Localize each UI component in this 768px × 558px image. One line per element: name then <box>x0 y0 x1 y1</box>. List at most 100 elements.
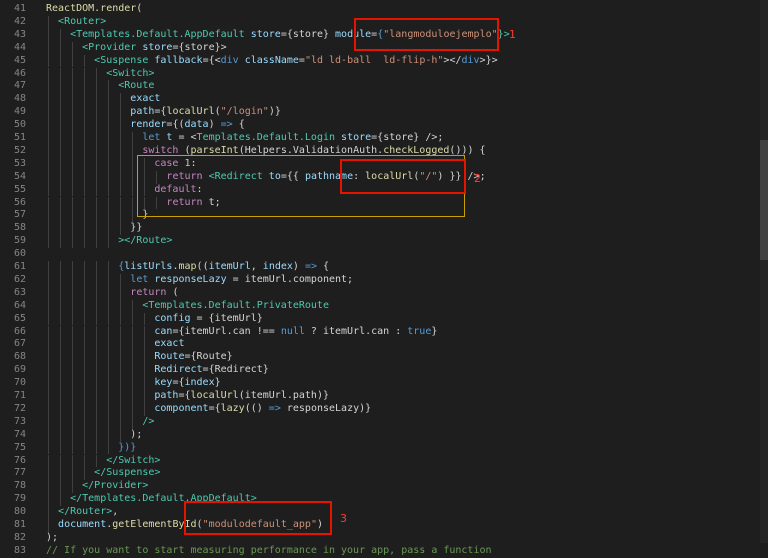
code-line[interactable]: 49 path={localUrl("/login")} <box>0 106 760 120</box>
code-token: ) <box>292 261 305 272</box>
annotation-label-1: 1 <box>509 28 516 41</box>
code-line[interactable]: 81 document.getElementById("modulodefaul… <box>0 519 760 532</box>
code-token: ={store}> <box>172 41 227 53</box>
code-token: config <box>154 312 191 324</box>
line-number: 80 <box>13 506 26 518</box>
code-text: </Provider> <box>46 480 148 493</box>
code-line[interactable]: 46 <Switch> <box>0 67 760 81</box>
code-text: <Provider store={store}> <box>46 42 227 55</box>
code-token: , <box>250 261 263 272</box>
code-token: let <box>130 273 155 285</box>
code-token: </Suspense> <box>94 467 161 479</box>
code-token: </Router> <box>58 506 113 518</box>
line-number: 72 <box>13 402 26 414</box>
code-line[interactable]: 80 </Router>, <box>0 506 760 519</box>
line-number: 77 <box>13 467 26 479</box>
code-token: )} <box>268 106 281 118</box>
annotation-box-1 <box>354 18 499 51</box>
line-number: 58 <box>13 222 26 234</box>
code-token: ></ <box>443 54 462 66</box>
code-line[interactable]: 48 exact <box>0 93 760 107</box>
vertical-scrollbar[interactable] <box>760 0 768 543</box>
line-number: 73 <box>13 415 26 427</box>
code-editor[interactable]: 41 ReactDOM.render(42 <Router> 43 <Templat… <box>0 0 768 556</box>
code-line[interactable]: 59 ></Route> <box>0 235 760 249</box>
line-number: 44 <box>13 41 26 53</box>
line-number: 71 <box>13 390 26 401</box>
code-text: /> <box>46 416 154 429</box>
code-line[interactable]: 47 <Route <box>0 80 760 94</box>
code-token: listUrls <box>124 261 173 272</box>
code-line[interactable]: 74 ); <box>0 428 760 442</box>
code-line[interactable]: 75 })} <box>0 441 760 455</box>
line-number: 43 <box>13 28 26 40</box>
code-line[interactable]: 63 return ( <box>0 286 760 300</box>
code-text: }} <box>46 222 142 235</box>
code-line[interactable]: 62 let responseLazy = itemUrl.component; <box>0 273 760 287</box>
code-line[interactable]: 70 key={index} <box>0 377 760 390</box>
code-line[interactable]: 41 ReactDOM.render( <box>0 3 760 16</box>
code-line[interactable]: 45 <Suspense fallback={<div className="l… <box>0 54 760 68</box>
line-number: 61 <box>13 261 26 272</box>
code-line[interactable]: 83 // If you want to start measuring perf… <box>0 545 760 558</box>
code-line[interactable]: 79 </Templates.Default.AppDefault> <box>0 493 760 507</box>
code-token: can <box>154 325 173 337</box>
code-line[interactable]: 76 </Switch> <box>0 454 760 468</box>
line-number: 57 <box>13 209 26 221</box>
code-token: (( <box>196 261 209 272</box>
code-text: let responseLazy = itemUrl.component; <box>46 274 353 287</box>
code-line[interactable]: 77 </Suspense> <box>0 467 760 481</box>
code-line[interactable]: 50 render={(data) => { <box>0 119 760 132</box>
code-token: null <box>280 325 305 337</box>
code-line[interactable]: 65 config = {itemUrl} <box>0 312 760 326</box>
code-token: ReactDOM.render( <box>46 3 143 14</box>
code-text: ReactDOM.render( <box>46 3 142 16</box>
code-text: </Switch> <box>46 455 160 468</box>
code-line[interactable]: 66 can={itemUrl.can !== null ? itemUrl.c… <box>0 325 760 339</box>
code-line[interactable]: 61 {listUrls.map((itemUrl, index) => { <box>0 261 760 274</box>
code-text: <Route <box>46 80 154 93</box>
code-token: { <box>232 119 245 131</box>
code-line[interactable]: 71 path={localUrl(itemUrl.path)} <box>0 390 760 403</box>
code-line[interactable]: 58 }} <box>0 222 760 236</box>
code-text: path={localUrl("/login")} <box>46 106 281 119</box>
code-text: Redirect={Redirect} <box>46 364 268 377</box>
code-token: Route <box>154 351 185 363</box>
code-token: index <box>184 377 215 389</box>
code-line[interactable]: 78 </Provider> <box>0 480 760 494</box>
code-token: key <box>154 377 173 389</box>
scrollbar-thumb[interactable] <box>760 140 768 260</box>
line-number: 49 <box>13 106 26 118</box>
code-token: (itemUrl.path)} <box>238 390 329 401</box>
code-token: // If you want to start measuring perfor… <box>46 544 492 556</box>
code-token: data <box>184 119 209 131</box>
code-line[interactable]: 68 Route={Route} <box>0 351 760 365</box>
code-token: localUrl <box>190 390 239 401</box>
code-line[interactable]: 51 let t = <Templates.Default.Login stor… <box>0 132 760 145</box>
line-number: 66 <box>13 325 26 337</box>
line-number: 62 <box>13 273 26 285</box>
code-token: <Router> <box>58 15 107 27</box>
code-token: = itemUrl.component; <box>226 273 354 285</box>
code-line[interactable]: 67 exact <box>0 338 760 352</box>
line-number: 79 <box>13 493 26 505</box>
line-number: 69 <box>13 364 26 376</box>
code-token: ? itemUrl.can : <box>304 325 408 337</box>
code-line[interactable]: 72 component={lazy(() => responseLazy)} <box>0 402 760 416</box>
code-token: ); <box>46 531 59 543</box>
annotation-label-2: 2 <box>474 172 481 185</box>
code-line[interactable]: 73 /> <box>0 415 760 429</box>
code-line[interactable]: 64 <Templates.Default.PrivateRoute <box>0 299 760 313</box>
code-token: <Templates.Default.PrivateRoute <box>142 299 329 311</box>
code-token: <Templates.Default.AppDefault <box>70 28 251 40</box>
code-token: => <box>220 119 233 131</box>
code-line[interactable]: 60 <box>0 248 760 261</box>
line-number: 55 <box>13 183 26 195</box>
code-line[interactable]: 69 Redirect={Redirect} <box>0 364 760 378</box>
